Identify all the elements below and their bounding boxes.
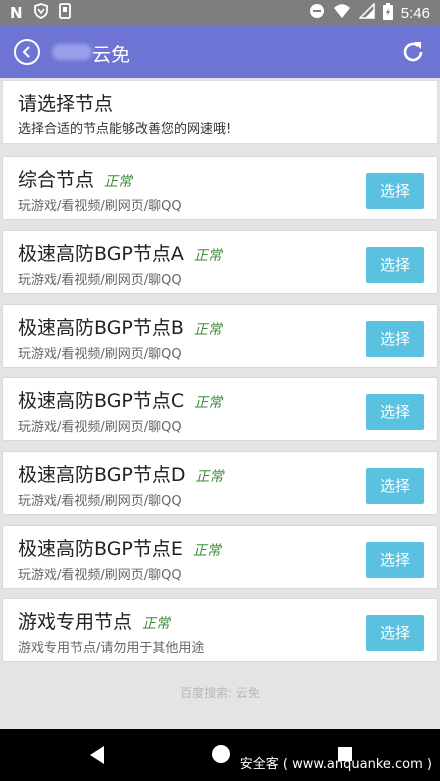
node-card: 极速高防BGP节点E 正常 玩游戏/看视频/刷网页/聊QQ 选择 — [2, 525, 438, 589]
header-card: 请选择节点 选择合适的节点能够改善您的网速哦! — [2, 80, 438, 144]
node-name: 综合节点 — [18, 169, 95, 191]
system-nav-bar: 安全客 ( www.anquanke.com ) — [0, 729, 440, 781]
node-description: 玩游戏/看视频/刷网页/聊QQ — [18, 273, 182, 288]
status-badge: 正常 — [193, 248, 222, 264]
nav-back-icon[interactable] — [88, 745, 106, 765]
notification-n-icon: N — [10, 4, 23, 22]
refresh-button[interactable] — [400, 39, 426, 65]
dnd-icon — [309, 3, 325, 23]
node-card: 极速高防BGP节点A 正常 玩游戏/看视频/刷网页/聊QQ 选择 — [2, 230, 438, 294]
node-description: 玩游戏/看视频/刷网页/聊QQ — [18, 347, 182, 362]
app-bar: 云免 — [0, 26, 440, 78]
page-title: 请选择节点 — [18, 93, 114, 115]
select-button[interactable]: 选择 — [366, 247, 424, 283]
node-name: 极速高防BGP节点B — [18, 317, 184, 339]
select-button[interactable]: 选择 — [366, 542, 424, 578]
app-title: 云免 — [92, 44, 131, 66]
refresh-icon — [403, 42, 423, 62]
status-badge: 正常 — [193, 322, 222, 338]
select-button[interactable]: 选择 — [366, 394, 424, 430]
select-button[interactable]: 选择 — [366, 468, 424, 504]
node-name: 极速高防BGP节点C — [18, 390, 185, 412]
node-description: 游戏专用节点/请勿用于其他用途 — [18, 641, 205, 656]
footer-search-hint: 百度搜索: 云免 — [180, 686, 260, 700]
status-badge: 正常 — [194, 395, 223, 411]
node-name: 极速高防BGP节点E — [18, 538, 183, 560]
node-card: 极速高防BGP节点D 正常 玩游戏/看视频/刷网页/聊QQ 选择 — [2, 451, 438, 515]
watermark-text: 安全客 ( www.anquanke.com ) — [239, 757, 432, 772]
select-button[interactable]: 选择 — [366, 321, 424, 357]
status-badge: 正常 — [195, 469, 224, 485]
battery-icon — [382, 2, 393, 24]
status-badge: 正常 — [192, 543, 221, 559]
redacted-title-prefix — [52, 44, 92, 60]
shield-icon — [33, 3, 49, 23]
status-bar: N 5:46 — [0, 0, 440, 26]
phone-icon — [58, 3, 71, 23]
status-time: 5:46 — [400, 4, 430, 22]
node-name: 极速高防BGP节点D — [18, 464, 186, 486]
node-description: 玩游戏/看视频/刷网页/聊QQ — [18, 568, 182, 583]
node-card: 综合节点 正常 玩游戏/看视频/刷网页/聊QQ 选择 — [2, 156, 438, 220]
status-badge: 正常 — [142, 616, 171, 632]
node-name: 游戏专用节点 — [18, 611, 133, 633]
node-card: 极速高防BGP节点B 正常 玩游戏/看视频/刷网页/聊QQ 选择 — [2, 304, 438, 368]
node-description: 玩游戏/看视频/刷网页/聊QQ — [18, 199, 182, 214]
node-name: 极速高防BGP节点A — [18, 243, 184, 265]
node-description: 玩游戏/看视频/刷网页/聊QQ — [18, 494, 182, 509]
status-badge: 正常 — [104, 174, 133, 190]
select-button[interactable]: 选择 — [366, 615, 424, 651]
back-button[interactable] — [14, 39, 40, 65]
nav-home-icon[interactable] — [212, 745, 230, 763]
signal-icon — [357, 2, 375, 23]
node-card: 游戏专用节点 正常 游戏专用节点/请勿用于其他用途 选择 — [2, 598, 438, 662]
node-card: 极速高防BGP节点C 正常 玩游戏/看视频/刷网页/聊QQ 选择 — [2, 377, 438, 441]
page-subtitle: 选择合适的节点能够改善您的网速哦! — [18, 122, 232, 137]
node-description: 玩游戏/看视频/刷网页/聊QQ — [18, 420, 182, 435]
select-button[interactable]: 选择 — [366, 173, 424, 209]
chevron-left-icon — [22, 46, 30, 58]
wifi-icon — [333, 3, 351, 23]
node-list: 请选择节点 选择合适的节点能够改善您的网速哦! 综合节点 正常 玩游戏/看视频/刷… — [0, 78, 440, 729]
